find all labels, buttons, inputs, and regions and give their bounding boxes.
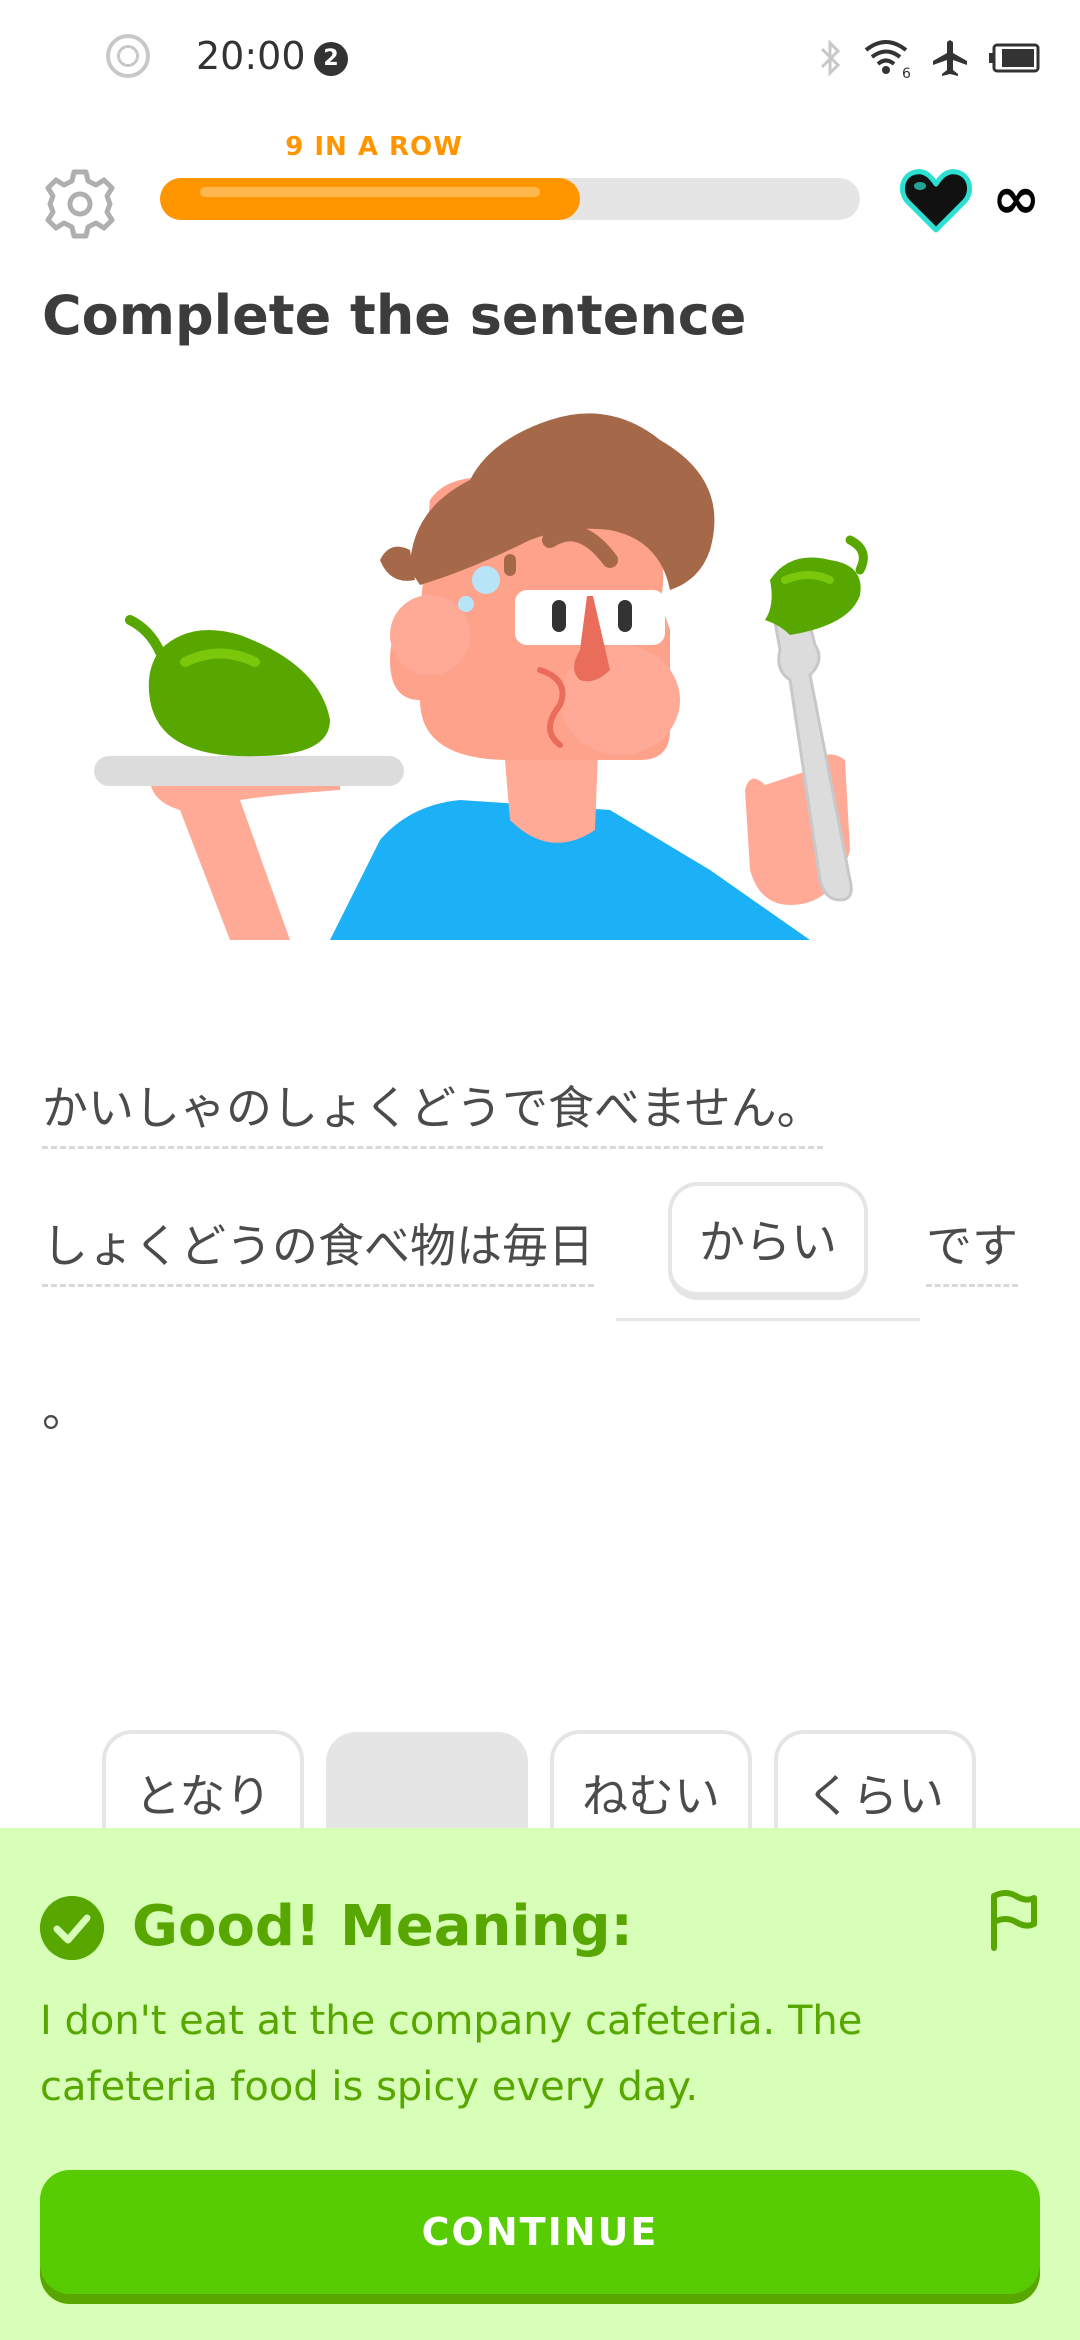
feedback-meaning-text: I don't eat at the company cafeteria. Th… xyxy=(40,1998,863,2110)
wifi-icon: 6 xyxy=(864,40,911,80)
settings-button[interactable] xyxy=(42,166,118,242)
report-button[interactable] xyxy=(984,1888,1040,1952)
selected-answer-chip[interactable]: からい xyxy=(668,1182,868,1300)
character-eating-pepper-illustration xyxy=(94,413,868,940)
heart-icon xyxy=(900,169,972,233)
streak-label: 9 IN A ROW xyxy=(285,132,463,162)
progress-shine xyxy=(200,187,540,197)
flag-icon xyxy=(991,1890,1037,1951)
continue-button[interactable]: CONTINUE xyxy=(40,2170,1040,2294)
status-bar: 20:00 2 6 xyxy=(0,0,1080,120)
status-icons: 6 xyxy=(818,30,1040,86)
feedback-title: Good! Meaning: xyxy=(132,1894,633,1959)
sentence-token[interactable]: です xyxy=(926,1210,1018,1287)
bluetooth-icon xyxy=(820,39,841,77)
sentence-line-1: かいしゃのしょくどうで食べません。 xyxy=(42,1072,1042,1149)
hearts-value: ∞ xyxy=(992,164,1041,232)
check-icon xyxy=(40,1896,104,1960)
progress-fill xyxy=(160,178,580,220)
hearts-counter[interactable]: ∞ xyxy=(900,168,1040,234)
lesson-progress-bar xyxy=(160,178,860,220)
sentence-trailing-punctuation: 。 xyxy=(42,1383,88,1437)
airplane-icon xyxy=(933,40,967,76)
notification-count-badge: 2 xyxy=(314,42,348,76)
wifi-badge: 6 xyxy=(902,66,911,80)
sentence-token[interactable]: かいしゃのしょくどうで食べません。 xyxy=(42,1072,823,1149)
page-title: Complete the sentence xyxy=(42,284,747,347)
feedback-panel: Good! Meaning: I don't eat at the compan… xyxy=(0,1828,1080,2340)
gear-icon xyxy=(45,169,115,239)
battery-icon xyxy=(989,43,1040,73)
status-app-icon xyxy=(106,34,150,78)
status-time: 20:00 xyxy=(196,34,306,78)
sentence-token[interactable]: しょくどうの食べ物は毎日 xyxy=(42,1210,594,1287)
sentence-suffix: です xyxy=(926,1210,1018,1287)
